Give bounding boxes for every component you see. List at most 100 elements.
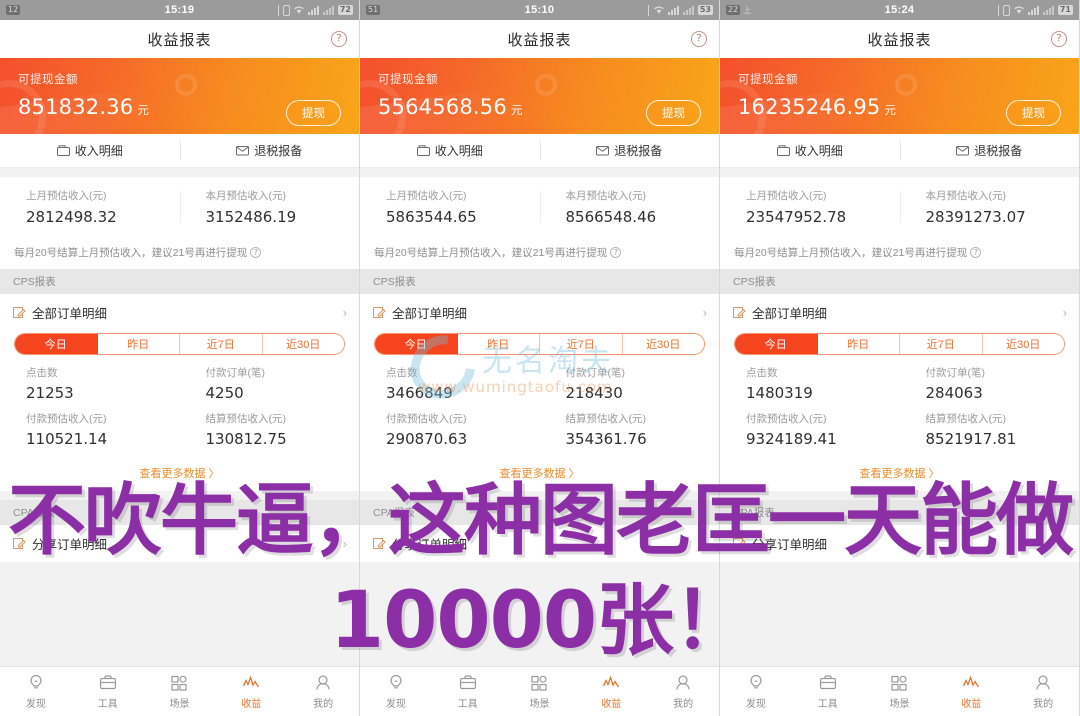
- note-help-icon[interactable]: ?: [970, 247, 982, 258]
- stat-paid-income-label: 付款预估收入(元): [26, 413, 107, 425]
- tab-tools[interactable]: 工具: [792, 667, 864, 716]
- withdraw-button[interactable]: 提现: [646, 100, 701, 126]
- estimate-last-month-value: 5863544.65: [386, 208, 477, 226]
- lower-filler: [720, 562, 1079, 666]
- share-orders-label: 分享订单明细: [752, 538, 828, 552]
- settlement-note: 每月20号结算上月预估收入，建议21号再进行提现 ?: [0, 237, 359, 269]
- sim-icon: [282, 4, 290, 16]
- link-tax-report[interactable]: 退税报备: [539, 134, 720, 167]
- link-income-detail[interactable]: 收入明细: [720, 134, 900, 167]
- view-more-link[interactable]: 查看更多数据 〉: [0, 461, 359, 491]
- stat-settle-income-value: 354361.76: [565, 430, 647, 448]
- section-header-cps: CPS报表: [0, 269, 359, 294]
- tab-scenes[interactable]: 场景: [144, 667, 216, 716]
- cpa-card: 分享订单明细 ›: [360, 525, 719, 562]
- range-segmented-control: 今日 昨日 近7日 近30日: [734, 333, 1065, 355]
- tab-earnings[interactable]: 收益: [575, 667, 647, 716]
- estimate-last-month-label: 上月预估收入(元): [26, 190, 107, 202]
- balance-amount: 16235246.95: [738, 95, 881, 119]
- stat-paid-orders-value: 218430: [565, 384, 623, 402]
- segment-7days[interactable]: 近7日: [540, 334, 623, 354]
- segment-today[interactable]: 今日: [735, 334, 818, 354]
- stat-clicks-value: 1480319: [746, 384, 813, 402]
- segment-30days[interactable]: 近30日: [262, 334, 344, 354]
- all-orders-row[interactable]: 全部订单明细 ›: [0, 294, 359, 331]
- link-tax-report[interactable]: 退税报备: [179, 134, 360, 167]
- help-icon[interactable]: ?: [1051, 31, 1067, 47]
- segment-today[interactable]: 今日: [375, 334, 458, 354]
- note-help-icon[interactable]: ?: [610, 247, 622, 258]
- signal-icon-2: [682, 5, 695, 15]
- segment-today[interactable]: 今日: [15, 334, 98, 354]
- tab-tools[interactable]: 工具: [72, 667, 144, 716]
- phone-panel-1: 12 15:19 72 收益报表 ? 可提现金额 851832.36 元 提现 …: [0, 0, 360, 716]
- stat-clicks-label: 点击数: [746, 367, 778, 379]
- screenshot-stage: 12 15:19 72 收益报表 ? 可提现金额 851832.36 元 提现 …: [0, 0, 1080, 716]
- all-orders-label: 全部订单明细: [32, 307, 108, 321]
- tab-earnings[interactable]: 收益: [215, 667, 287, 716]
- balance-label: 可提现金额: [378, 74, 438, 86]
- tab-earnings-label: 收益: [241, 698, 262, 710]
- page-title: 收益报表: [507, 31, 572, 49]
- tab-discover-label: 发现: [745, 698, 766, 710]
- all-orders-row[interactable]: 全部订单明细 ›: [720, 294, 1079, 331]
- share-orders-row[interactable]: 分享订单明细 ›: [720, 525, 1079, 562]
- person-icon: [674, 674, 692, 692]
- withdraw-button[interactable]: 提现: [1006, 100, 1061, 126]
- share-orders-row[interactable]: 分享订单明细 ›: [0, 525, 359, 562]
- stat-clicks: 点击数 1480319: [720, 365, 900, 402]
- tab-earnings[interactable]: 收益: [935, 667, 1007, 716]
- link-income-detail[interactable]: 收入明细: [0, 134, 180, 167]
- stat-paid-orders-label: 付款订单(笔): [205, 367, 266, 379]
- spacer-2: [360, 491, 719, 500]
- all-orders-row[interactable]: 全部订单明细 ›: [360, 294, 719, 331]
- link-tax-report-label: 退税报备: [254, 144, 303, 158]
- segment-30days[interactable]: 近30日: [622, 334, 704, 354]
- stat-clicks: 点击数 3466849: [360, 365, 540, 402]
- tab-mine[interactable]: 我的: [647, 667, 719, 716]
- tab-discover[interactable]: 发现: [0, 667, 72, 716]
- view-more-link[interactable]: 查看更多数据 〉: [720, 461, 1079, 491]
- spacer-2: [720, 491, 1079, 500]
- battery-indicator: 72: [337, 5, 353, 15]
- segment-7days[interactable]: 近7日: [900, 334, 983, 354]
- view-more-link[interactable]: 查看更多数据 〉: [360, 461, 719, 491]
- link-income-detail[interactable]: 收入明细: [360, 134, 540, 167]
- vibrate-icon: [277, 4, 280, 16]
- segment-yesterday[interactable]: 昨日: [817, 334, 900, 354]
- nav-bar: 收益报表 ?: [360, 20, 719, 58]
- tab-scenes[interactable]: 场景: [504, 667, 576, 716]
- tab-tools[interactable]: 工具: [432, 667, 504, 716]
- cpa-card: 分享订单明细 ›: [0, 525, 359, 562]
- stat-paid-orders: 付款订单(笔) 4250: [180, 365, 360, 402]
- tab-mine[interactable]: 我的: [1007, 667, 1079, 716]
- tab-mine[interactable]: 我的: [287, 667, 359, 716]
- segment-30days[interactable]: 近30日: [982, 334, 1064, 354]
- stat-paid-orders: 付款订单(笔) 284063: [900, 365, 1080, 402]
- estimate-this-month: 本月预估收入(元) 8566548.46: [539, 188, 720, 226]
- segment-7days[interactable]: 近7日: [180, 334, 263, 354]
- nav-bar: 收益报表 ?: [0, 20, 359, 58]
- share-orders-row[interactable]: 分享订单明细 ›: [360, 525, 719, 562]
- signal-icon-1: [307, 5, 320, 15]
- mail-icon: [236, 145, 250, 156]
- segment-yesterday[interactable]: 昨日: [97, 334, 180, 354]
- wallet-icon: [56, 145, 70, 156]
- note-help-icon[interactable]: ?: [250, 247, 262, 258]
- tab-scenes[interactable]: 场景: [864, 667, 936, 716]
- mail-icon: [956, 145, 970, 156]
- tab-discover[interactable]: 发现: [360, 667, 432, 716]
- estimate-last-month: 上月预估收入(元) 23547952.78: [720, 188, 900, 226]
- wallet-icon: [776, 145, 790, 156]
- help-icon[interactable]: ?: [331, 31, 347, 47]
- tab-scenes-label: 场景: [529, 698, 550, 710]
- person-icon: [1034, 674, 1052, 692]
- help-icon[interactable]: ?: [691, 31, 707, 47]
- tab-discover[interactable]: 发现: [720, 667, 792, 716]
- link-tax-report[interactable]: 退税报备: [899, 134, 1080, 167]
- spacer: [360, 168, 719, 177]
- withdraw-button[interactable]: 提现: [286, 100, 341, 126]
- link-tax-report-label: 退税报备: [614, 144, 663, 158]
- stat-clicks: 点击数 21253: [0, 365, 180, 402]
- segment-yesterday[interactable]: 昨日: [457, 334, 540, 354]
